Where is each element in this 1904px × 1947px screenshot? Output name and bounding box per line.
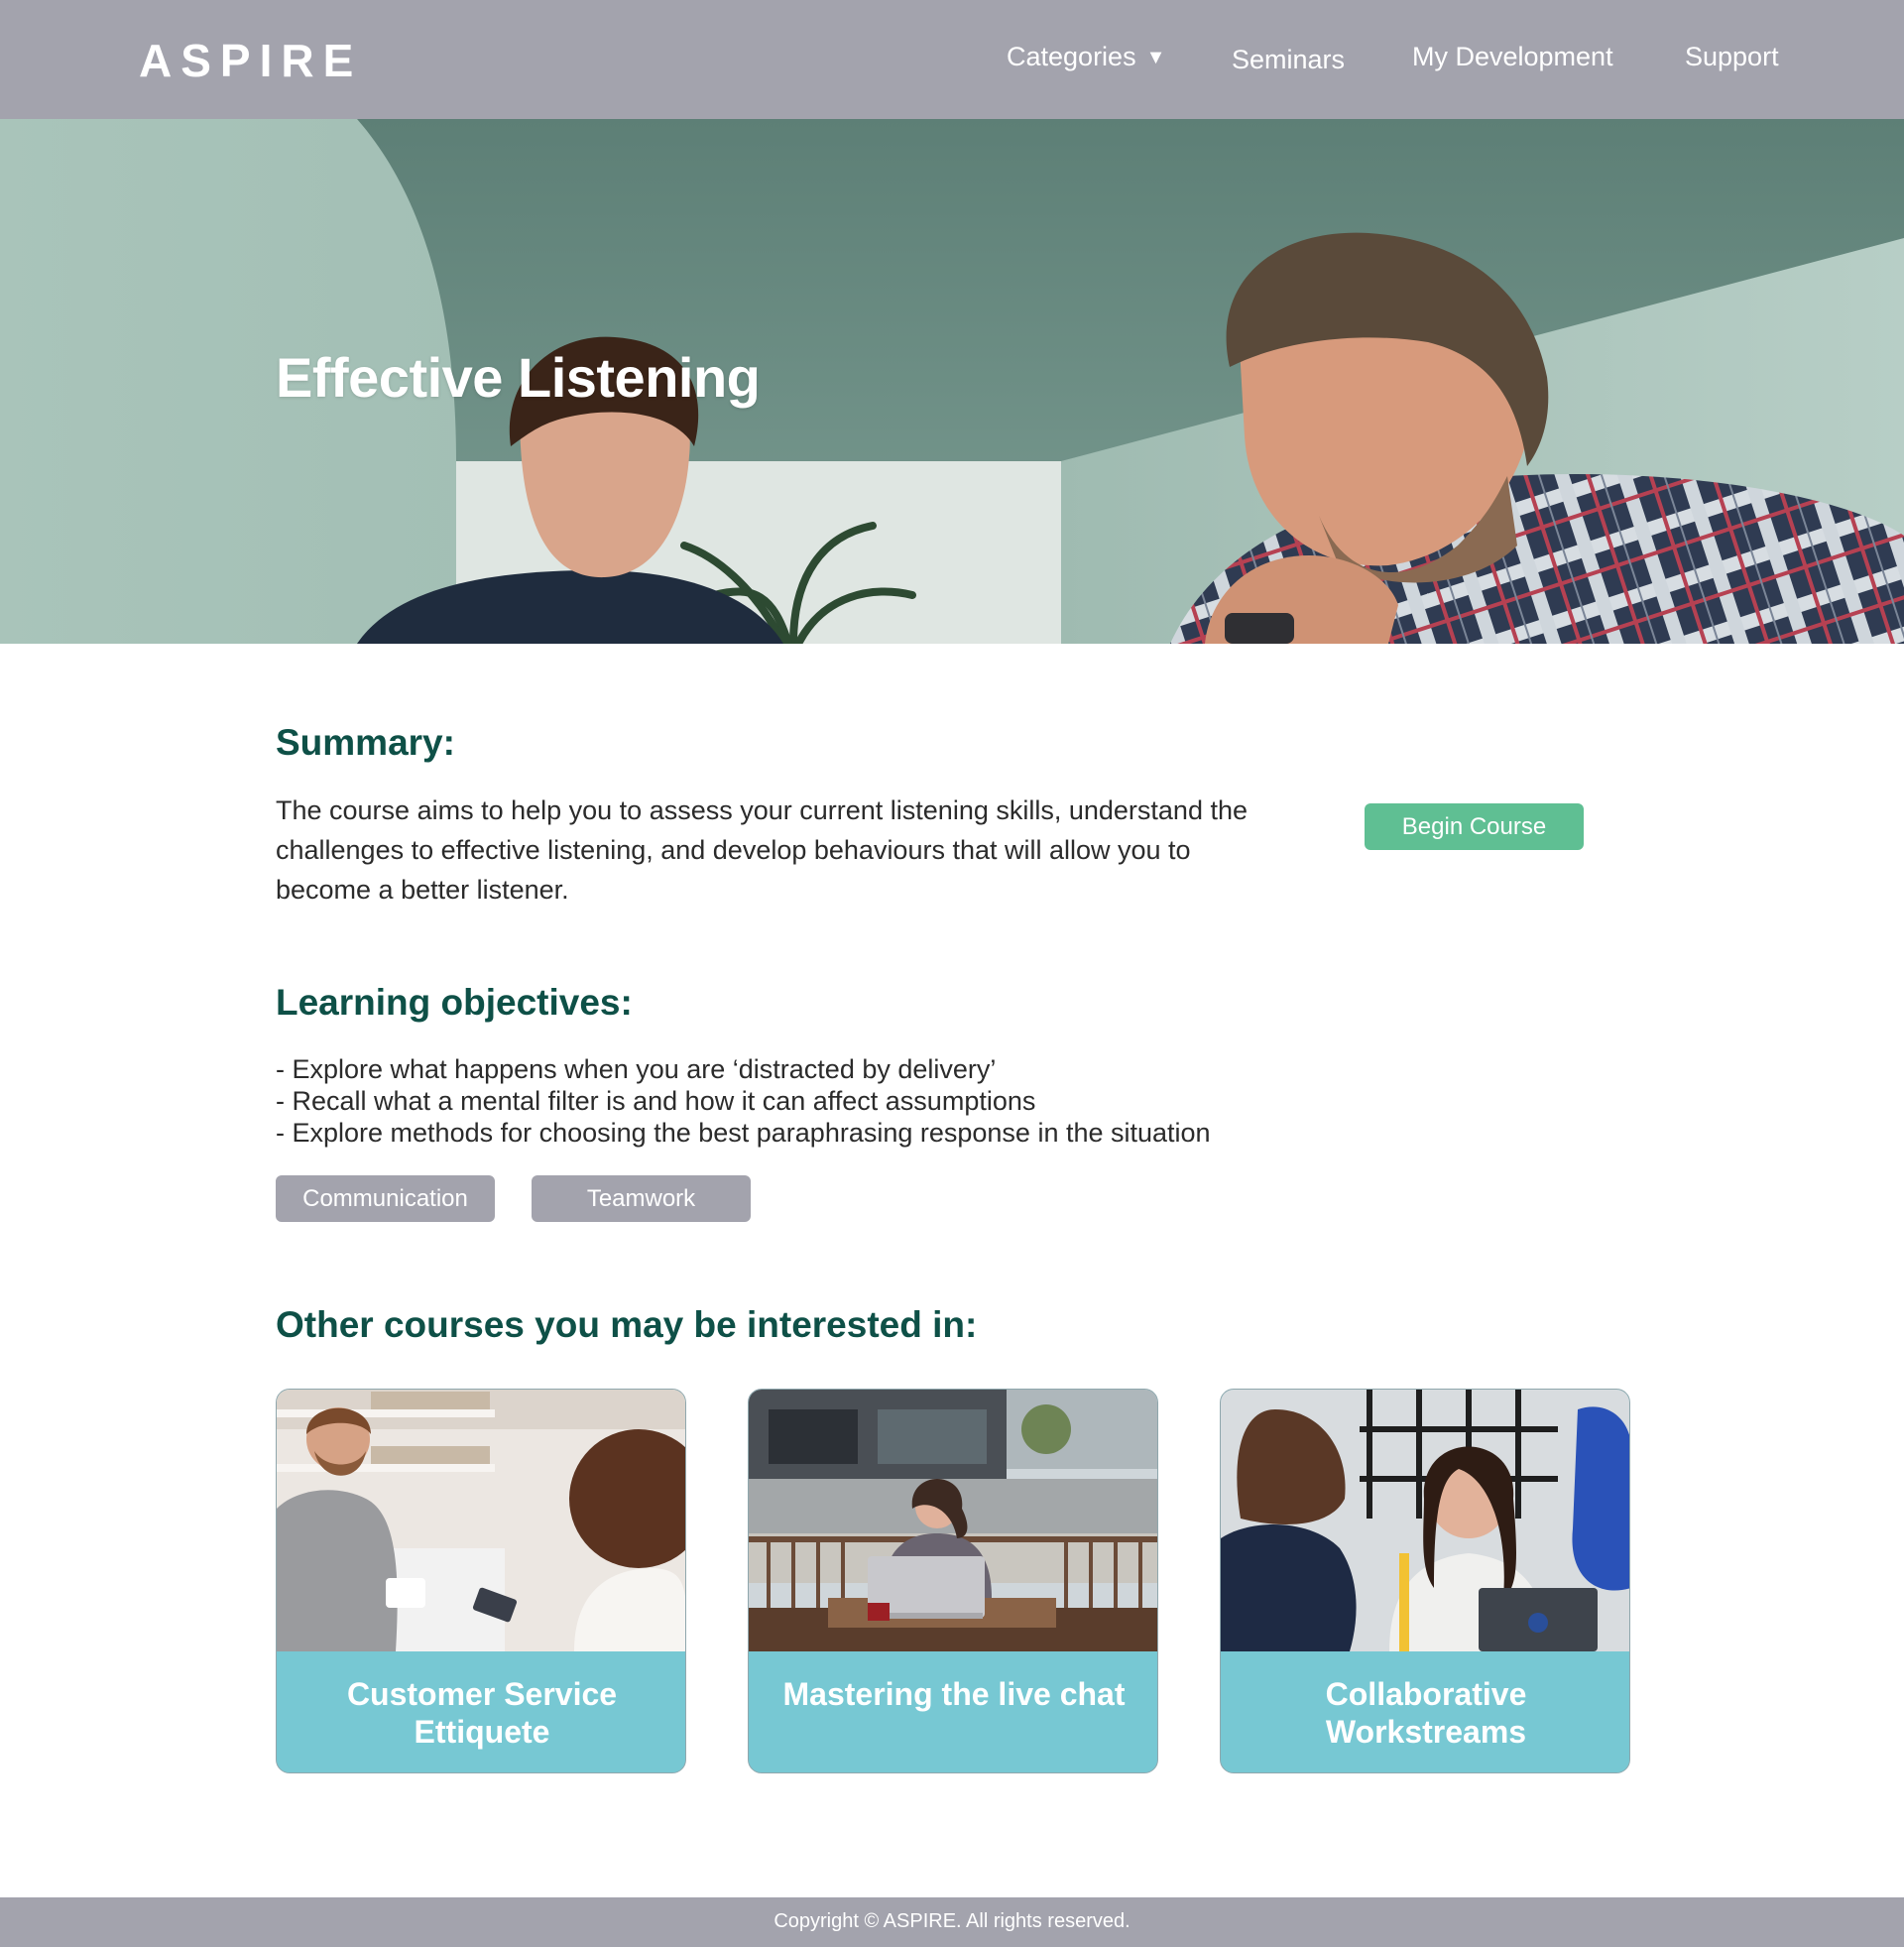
course-title: Effective Listening [276,346,761,409]
related-courses-heading: Other courses you may be interested in: [276,1304,978,1345]
objectives-list: - Explore what happens when you are ‘dis… [276,1053,1211,1149]
course-card-customer-service[interactable]: Customer Service Ettiquete [276,1389,686,1773]
tag-teamwork[interactable]: Teamwork [532,1175,751,1222]
nav-categories-label: Categories [1007,42,1136,71]
objectives-heading: Learning objectives: [276,982,633,1023]
summary-text: The course aims to help you to assess yo… [276,795,1248,905]
objective-item: - Explore methods for choosing the best … [276,1118,1211,1148]
hero-banner: Effective Listening [0,119,1904,644]
card-title-live-chat: Mastering the live chat [749,1651,1157,1772]
nav-categories[interactable]: Categories ▼ [1007,42,1165,72]
card-title-customer-service: Customer Service Ettiquete [277,1651,685,1772]
summary-heading: Summary: [276,722,455,763]
nav-support[interactable]: Support [1685,42,1779,72]
copyright-text: Copyright © ASPIRE. All rights reserved. [774,1910,1130,1932]
collaborative-photo [1221,1390,1629,1651]
live-chat-photo [749,1390,1157,1651]
objective-item: - Explore what happens when you are ‘dis… [276,1054,997,1084]
customer-service-photo [277,1390,685,1651]
begin-course-button[interactable]: Begin Course [1365,803,1584,850]
card-title-collaborative: Collaborative Workstreams [1221,1651,1629,1772]
course-card-live-chat[interactable]: Mastering the live chat [748,1389,1158,1773]
site-header: ASPIRE Categories ▼ Seminars My Developme… [0,0,1904,119]
nav-seminars[interactable]: Seminars [1232,45,1345,75]
aspire-logo[interactable]: ASPIRE [139,34,362,87]
tag-communication[interactable]: Communication [276,1175,495,1222]
nav-my-development[interactable]: My Development [1412,42,1613,72]
course-card-collaborative[interactable]: Collaborative Workstreams [1220,1389,1630,1773]
site-footer: Copyright © ASPIRE. All rights reserved. [0,1897,1904,1947]
objective-item: - Recall what a mental filter is and how… [276,1086,1036,1116]
caret-down-icon: ▼ [1145,47,1166,68]
